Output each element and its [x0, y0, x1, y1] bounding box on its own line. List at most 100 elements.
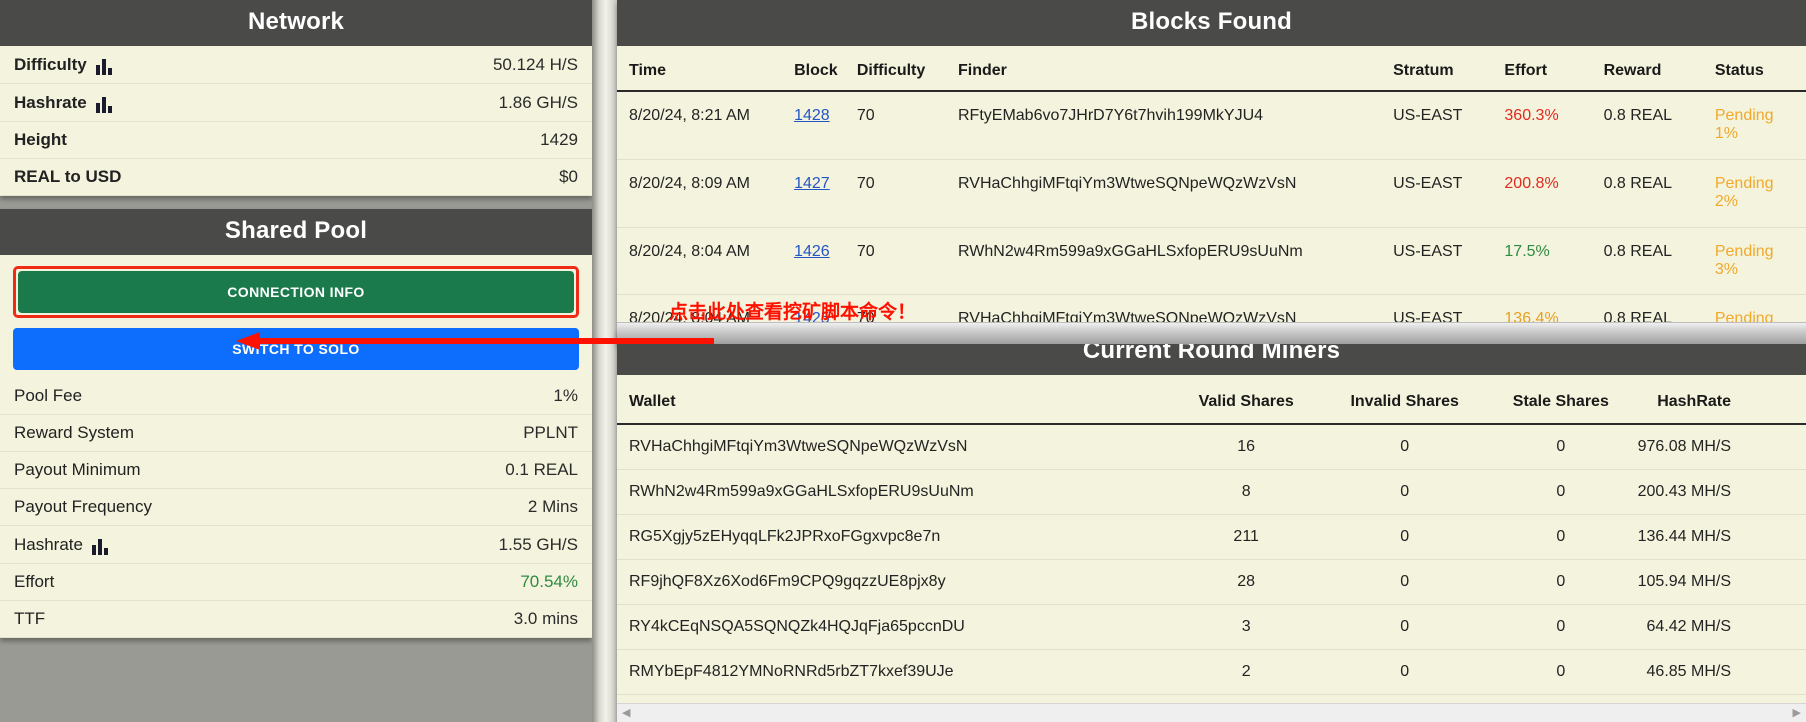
miners-horizontal-scrollbar[interactable]: ◀ ▶: [617, 703, 1806, 722]
pool-row-payout-frequency-label: Payout Frequency: [14, 497, 152, 516]
pool-row-payout-frequency-value: 2 Mins: [527, 497, 578, 516]
block-finder: RFtyEMab6vo7JHrD7Y6t7hvih199MkYJU4: [958, 91, 1394, 160]
pool-row-ttf-value: 3.0 mins: [513, 609, 578, 628]
status-badge: Pending 2%: [1714, 159, 1806, 228]
col-header-wallet: Wallet: [617, 375, 1167, 425]
network-row-difficulty: Difficulty 50.124 H/S: [0, 46, 592, 84]
table-row: RG5Xgjy5zEHyqqLFk2JPRxoFGgxvpc8e7n 211 0…: [617, 514, 1806, 560]
miner-stale: 0: [1484, 559, 1638, 605]
shared-pool-panel: Shared Pool CONNECTION INFO SWITCH TO SO…: [0, 209, 592, 638]
connection-info-button[interactable]: CONNECTION INFO: [18, 271, 574, 313]
col-header-finder: Finder: [958, 46, 1394, 92]
miner-hashrate: 64.42 MH/S: [1637, 604, 1806, 650]
miner-hashrate: 46.85 MH/S: [1637, 649, 1806, 695]
scroll-right-arrow-icon[interactable]: ▶: [1793, 707, 1801, 719]
app-screen: Network Difficulty 50.124 H/S Hashrate 1…: [0, 0, 1806, 722]
status-text: Pending: [1714, 174, 1774, 192]
miner-wallet: RWhN2w4Rm599a9xGGaHLSxfopERU9sUuNm: [617, 469, 1167, 515]
network-panel-title: Network: [0, 0, 592, 46]
block-link[interactable]: 1427: [794, 175, 830, 192]
pool-row-effort-value: 70.54%: [520, 572, 578, 591]
col-header-time: Time: [617, 46, 795, 92]
miner-invalid: 0: [1325, 559, 1485, 605]
annotation-arrow-icon: [236, 332, 714, 350]
miner-invalid: 0: [1325, 649, 1485, 695]
status-badge: Pending 1%: [1714, 91, 1806, 160]
miner-valid: 16: [1167, 424, 1326, 470]
pool-row-pool-fee-label: Pool Fee: [14, 386, 83, 405]
col-header-invalid-shares: Invalid Shares: [1325, 375, 1485, 425]
blocks-found-panel: Blocks Found Time Block Difficulty Finde…: [617, 0, 1806, 345]
col-header-valid-shares: Valid Shares: [1167, 375, 1326, 425]
block-effort: 200.8%: [1504, 159, 1604, 228]
miner-hashrate: 136.44 MH/S: [1637, 514, 1806, 560]
miner-stale: 0: [1484, 604, 1638, 650]
block-finder: RWhN2w4Rm599a9xGGaHLSxfopERU9sUuNm: [958, 227, 1394, 296]
network-panel: Network Difficulty 50.124 H/S Hashrate 1…: [0, 0, 592, 196]
network-row-hashrate-label: Hashrate: [14, 92, 87, 112]
network-stat-list: Difficulty 50.124 H/S Hashrate 1.86 GH/S…: [0, 46, 592, 196]
miner-valid: 8: [1167, 469, 1326, 515]
current-round-miners-table: Wallet Valid Shares Invalid Shares Stale…: [617, 375, 1806, 722]
block-number-cell: 1426: [794, 227, 857, 296]
table-row: 8/20/24, 8:09 AM 1427 70 RVHaChhgiMFtqiY…: [617, 159, 1806, 228]
col-header-reward: Reward: [1603, 46, 1715, 92]
miner-hashrate: 200.43 MH/S: [1637, 469, 1806, 515]
left-column: Network Difficulty 50.124 H/S Hashrate 1…: [0, 0, 592, 722]
miner-valid: 211: [1167, 514, 1326, 560]
block-reward: 0.8 REAL: [1603, 91, 1715, 160]
block-stratum: US-EAST: [1393, 159, 1505, 228]
table-row: RWhN2w4Rm599a9xGGaHLSxfopERU9sUuNm 8 0 0…: [617, 469, 1806, 515]
pool-row-reward-system-label: Reward System: [14, 423, 134, 442]
blocks-found-title: Blocks Found: [617, 0, 1806, 46]
bar-chart-icon: [95, 96, 113, 113]
pool-row-hashrate-label: Hashrate: [14, 534, 83, 554]
blocks-horizontal-scrollbar[interactable]: [617, 322, 1806, 344]
network-row-real-to-usd-value: $0: [559, 167, 578, 186]
scroll-left-arrow-icon[interactable]: ◀: [622, 707, 630, 719]
miner-hashrate: 105.94 MH/S: [1637, 559, 1806, 605]
table-row: RMYbEpF4812YMNoRNRd5rbZT7kxef39UJe 2 0 0…: [617, 649, 1806, 695]
col-header-status: Status: [1714, 46, 1806, 92]
pool-row-reward-system-value: PPLNT: [523, 423, 578, 442]
miner-wallet: RF9jhQF8Xz6Xod6Fm9CPQ9gqzzUE8pjx8y: [617, 559, 1167, 605]
shared-pool-stat-list: Pool Fee 1% Reward System PPLNT Payout M…: [0, 378, 592, 638]
miner-stale: 0: [1484, 514, 1638, 560]
col-header-stale-shares: Stale Shares: [1484, 375, 1638, 425]
annotation-text: 点击此处查看挖矿脚本命令！: [669, 301, 917, 323]
bar-chart-icon: [91, 538, 109, 555]
network-row-real-to-usd: REAL to USD $0: [0, 159, 592, 196]
miner-stale: 0: [1484, 424, 1638, 470]
pool-row-payout-minimum-value: 0.1 REAL: [505, 460, 578, 479]
network-row-height-label: Height: [14, 130, 67, 149]
pool-row-ttf-label: TTF: [14, 609, 46, 628]
block-finder: RVHaChhgiMFtqiYm3WtweSQNpeWQzWzVsN: [958, 159, 1394, 228]
block-link[interactable]: 1428: [794, 107, 830, 124]
block-difficulty: 70: [856, 227, 958, 296]
miner-hashrate: 976.08 MH/S: [1637, 424, 1806, 470]
block-reward: 0.8 REAL: [1603, 159, 1715, 228]
block-stratum: US-EAST: [1393, 91, 1505, 160]
bar-chart-icon: [95, 58, 113, 75]
network-row-real-to-usd-label: REAL to USD: [14, 167, 122, 186]
col-header-difficulty: Difficulty: [856, 46, 958, 92]
miner-invalid: 0: [1325, 514, 1485, 560]
status-percent: 3%: [1714, 260, 1738, 278]
status-text: Pending: [1714, 107, 1774, 124]
status-percent: 1%: [1714, 125, 1738, 143]
blocks-found-header-row: Time Block Difficulty Finder Stratum Eff…: [617, 46, 1806, 92]
miner-wallet: RG5Xgjy5zEHyqqLFk2JPRxoFGgxvpc8e7n: [617, 514, 1167, 560]
block-stratum: US-EAST: [1393, 227, 1505, 296]
miner-valid: 28: [1167, 559, 1326, 605]
block-number-cell: 1428: [794, 91, 857, 160]
block-link[interactable]: 1426: [794, 243, 830, 260]
right-column: Blocks Found Time Block Difficulty Finde…: [617, 0, 1806, 722]
miner-wallet: RY4kCEqNSQA5SQNQZk4HQJqFja65pccnDU: [617, 604, 1167, 650]
page-vertical-scrollbar[interactable]: [592, 0, 617, 722]
miner-stale: 0: [1484, 469, 1638, 515]
pool-row-payout-minimum-label: Payout Minimum: [14, 460, 141, 479]
pool-row-hashrate-label-group: Hashrate: [14, 535, 109, 555]
miners-header-row: Wallet Valid Shares Invalid Shares Stale…: [617, 375, 1806, 425]
status-badge: Pending 3%: [1714, 227, 1806, 296]
table-row: 8/20/24, 8:21 AM 1428 70 RFtyEMab6vo7JHr…: [617, 91, 1806, 160]
